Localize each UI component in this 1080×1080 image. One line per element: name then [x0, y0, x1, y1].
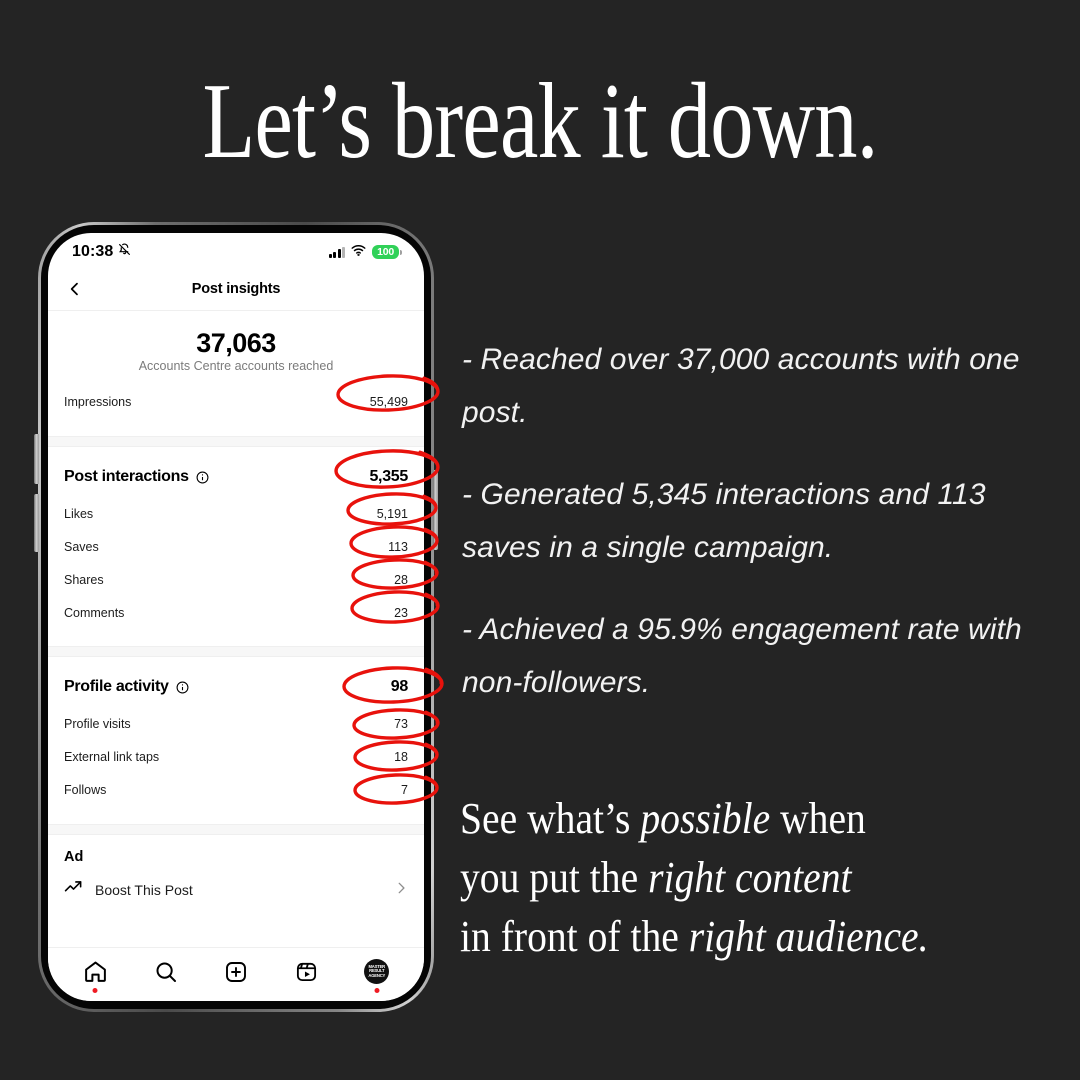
reach-value: 37,063 — [196, 328, 276, 358]
reach-label: Accounts Centre accounts reached — [138, 359, 334, 374]
section-divider — [48, 436, 424, 448]
bell-slash-icon — [118, 243, 131, 261]
boost-this-post-label: Boost This Post — [95, 882, 193, 899]
info-circle-icon[interactable] — [176, 681, 189, 694]
bullet-list: - Reached over 37,000 accounts with one … — [462, 334, 1032, 709]
status-bar-left: 10:38 — [72, 243, 131, 261]
closing-line1-emphasis: possible — [640, 794, 771, 843]
row-label: Likes — [64, 506, 94, 521]
volume-up-button[interactable] — [34, 434, 39, 484]
avatar-label: MASTER RESULT AGENCY — [368, 963, 386, 978]
reach-section: 37,063 Accounts Centre accounts reached … — [48, 311, 424, 437]
status-bar-time: 10:38 — [72, 243, 114, 260]
post-interactions-header: Post interactions 5,355 — [48, 457, 424, 497]
row-value: 73 — [394, 716, 408, 731]
section-divider — [48, 646, 424, 658]
status-bar: 10:38 100 — [48, 233, 424, 267]
ad-title: Ad — [64, 849, 84, 866]
profile-activity-title: Profile activity — [64, 678, 169, 696]
phone-mockup: 10:38 100 Post insights 37,063 Accounts … — [34, 222, 438, 1012]
row-value: 5,191 — [376, 506, 408, 521]
tab-home[interactable] — [73, 955, 117, 993]
row-value: 23 — [394, 605, 408, 620]
row-value: 7 — [401, 782, 408, 797]
list-item: - Generated 5,345 interactions and 113 s… — [462, 478, 986, 564]
row-label: External link taps — [64, 749, 160, 764]
avatar: MASTER RESULT AGENCY — [364, 959, 390, 984]
row-label: Shares — [64, 572, 104, 587]
boost-this-post-button[interactable]: Boost This Post — [48, 871, 424, 909]
list-item: - Reached over 37,000 accounts with one … — [462, 343, 1020, 429]
impressions-label: Impressions — [64, 394, 132, 409]
row-value: 18 — [394, 749, 408, 764]
impressions-value: 55,499 — [369, 394, 408, 409]
profile-activity-header: Profile activity 98 — [48, 667, 424, 707]
closing-line2-emphasis: right content — [648, 852, 852, 902]
tab-search[interactable] — [144, 955, 188, 989]
plus-square-icon — [226, 961, 246, 982]
cellular-signal-icon — [328, 246, 346, 258]
phone-screen: 10:38 100 Post insights 37,063 Accounts … — [48, 233, 424, 1001]
page-title: Let’s break it down. — [202, 62, 878, 181]
table-row[interactable]: Likes 5,191 — [48, 497, 424, 530]
closing-line3-a: in front of the — [460, 911, 689, 961]
table-row[interactable]: Follows 7 — [48, 773, 424, 806]
tab-reels[interactable] — [284, 955, 328, 989]
volume-down-button[interactable] — [34, 494, 39, 552]
closing-line1-a: See what’s — [460, 794, 641, 843]
row-label: Comments — [64, 605, 125, 620]
row-label: Profile visits — [64, 716, 131, 731]
profile-badge-dot — [374, 987, 380, 993]
post-interactions-title: Post interactions — [64, 468, 189, 486]
section-divider — [48, 824, 424, 836]
nav-bar: Post insights — [48, 267, 424, 311]
info-circle-icon[interactable] — [196, 471, 209, 484]
bottom-tab-bar: MASTER RESULT AGENCY — [48, 947, 424, 1001]
table-row[interactable]: Saves 113 — [48, 530, 424, 563]
status-bar-right: 100 — [328, 243, 402, 261]
back-button[interactable] — [62, 276, 88, 302]
closing-line-2: you put the right content — [460, 849, 1000, 908]
chevron-left-icon — [70, 282, 78, 295]
list-item: - Achieved a 95.9% engagement rate with … — [462, 613, 1022, 699]
search-icon — [156, 962, 176, 982]
table-row[interactable]: Profile visits 73 — [48, 707, 424, 740]
reach-block: 37,063 Accounts Centre accounts reached — [48, 311, 424, 385]
battery-level: 100 — [372, 245, 399, 259]
chevron-right-icon — [394, 881, 408, 900]
impressions-row[interactable]: Impressions 55,499 — [48, 385, 424, 418]
profile-activity-section: Profile activity 98 Profile visits 73 Ex… — [48, 657, 424, 825]
table-row[interactable]: Shares 28 — [48, 563, 424, 596]
ad-section: Ad Boost This Post — [48, 835, 424, 910]
row-value: 113 — [388, 539, 408, 554]
row-label: Saves — [64, 539, 99, 554]
closing-line-1: See what’s possible when — [460, 790, 1000, 849]
battery-indicator: 100 — [372, 245, 402, 259]
closing-statement: See what’s possible when you put the rig… — [460, 790, 1000, 967]
closing-line3-emphasis: right audience. — [688, 911, 929, 961]
home-badge-dot — [92, 987, 98, 993]
nav-title: Post insights — [191, 280, 281, 297]
profile-activity-total: 98 — [390, 678, 409, 696]
closing-line2-a: you put the — [460, 852, 649, 902]
row-value: 28 — [394, 572, 408, 587]
post-interactions-total: 5,355 — [369, 468, 408, 486]
power-button[interactable] — [433, 470, 438, 550]
trending-up-arrow-icon — [64, 878, 83, 902]
reels-icon — [296, 962, 316, 982]
tab-create[interactable] — [214, 955, 258, 989]
wifi-icon — [351, 243, 366, 261]
home-icon — [84, 961, 106, 982]
battery-nub — [400, 249, 402, 255]
post-interactions-section: Post interactions 5,355 Likes 5,191 Save… — [48, 447, 424, 647]
row-label: Follows — [64, 782, 107, 797]
closing-line-3: in front of the right audience. — [460, 908, 1000, 967]
table-row[interactable]: External link taps 18 — [48, 740, 424, 773]
tab-profile[interactable]: MASTER RESULT AGENCY — [355, 955, 399, 993]
table-row[interactable]: Comments 23 — [48, 596, 424, 629]
closing-line1-b: when — [770, 794, 866, 843]
